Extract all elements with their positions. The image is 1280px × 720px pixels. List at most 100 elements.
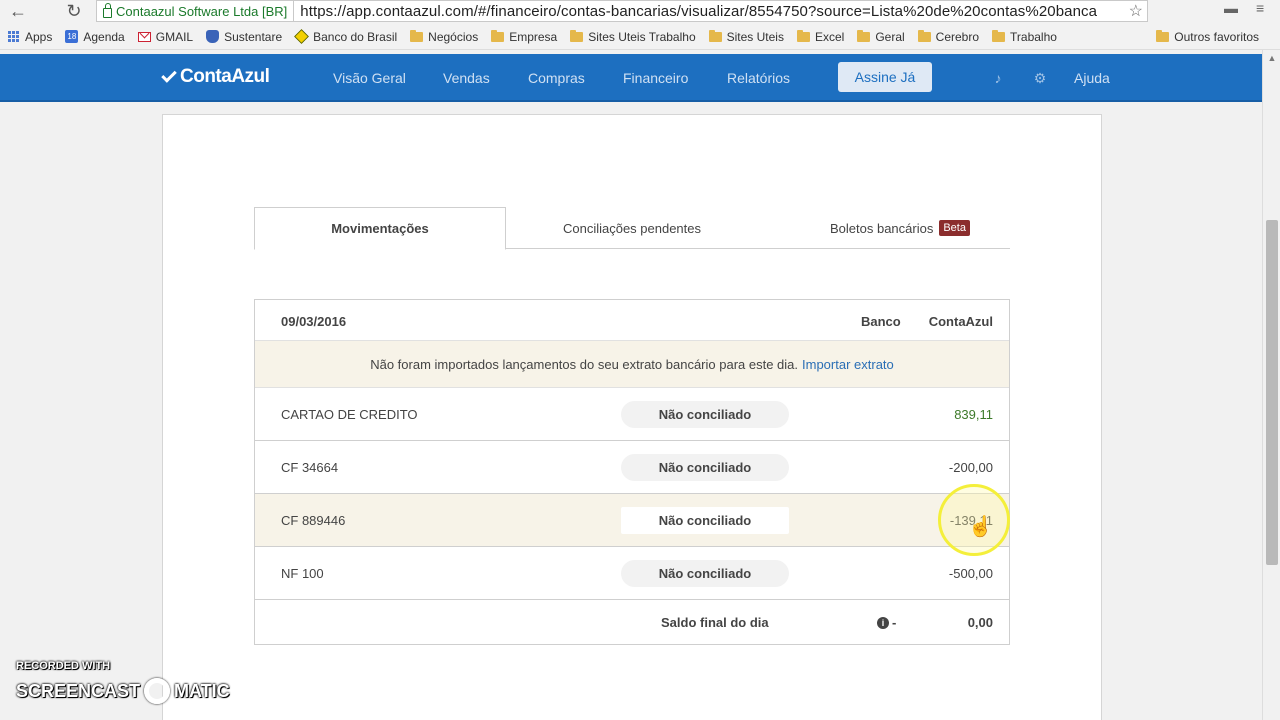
gmail-icon — [137, 31, 151, 42]
bookmark-outros-favoritos[interactable]: Outros favoritos — [1156, 29, 1259, 44]
bookmark-empresa[interactable]: Empresa — [491, 29, 558, 44]
bookmark-excel[interactable]: Excel — [796, 29, 845, 44]
row-amount: -500,00 — [948, 566, 993, 581]
bookmark-label: Empresa — [509, 29, 558, 44]
tab-movimentacoes[interactable]: Movimentações — [254, 207, 506, 250]
menu-icon[interactable]: ≡ — [1256, 0, 1264, 16]
bookmark-label: Outros favoritos — [1174, 29, 1259, 44]
lock-icon — [103, 2, 112, 18]
folder-icon — [708, 29, 722, 42]
bookmark-label: Negócios — [428, 29, 479, 44]
bookmark-gmail[interactable]: GMAIL — [137, 30, 193, 44]
row-description: NF 100 — [281, 566, 324, 581]
star-icon[interactable]: ☆ — [1129, 1, 1143, 21]
bookmark-sites-uteis-trabalho[interactable]: Sites Uteis Trabalho — [570, 29, 696, 44]
logo-check-icon — [161, 67, 177, 83]
bookmark-sustentare[interactable]: Sustentare — [206, 30, 282, 44]
nav-ajuda[interactable]: Ajuda — [1074, 70, 1110, 86]
table-header: 09/03/2016 Banco ContaAzul — [255, 300, 1009, 341]
nav-visao-geral[interactable]: Visão Geral — [333, 70, 406, 86]
watermark-line1: RECORDED WITH — [16, 660, 111, 672]
table-row[interactable]: CARTAO DE CREDITO Não conciliado 839,11 — [255, 388, 1009, 441]
nav-vendas[interactable]: Vendas — [443, 70, 490, 86]
contaazul-logo[interactable]: ContaAzul — [161, 66, 270, 88]
account-tabs: Movimentações Conciliações pendentes Bol… — [254, 207, 1010, 250]
bookmark-cerebro[interactable]: Cerebro — [917, 29, 980, 44]
back-arrow-icon[interactable]: ← — [4, 0, 32, 22]
folder-icon — [917, 29, 931, 42]
status-badge[interactable]: Não conciliado — [621, 507, 789, 534]
row-description: CF 34664 — [281, 460, 339, 475]
apps-grid-icon — [8, 30, 20, 43]
folder-icon — [410, 29, 424, 42]
folder-icon — [1156, 29, 1170, 42]
watermark-line2b: MATIC — [174, 680, 230, 701]
bookmark-sites-uteis[interactable]: Sites Uteis — [708, 29, 784, 44]
bookmark-label: Trabalho — [1010, 29, 1057, 44]
nav-compras[interactable]: Compras — [528, 70, 585, 86]
beta-badge: Beta — [939, 220, 970, 236]
info-icon[interactable]: i — [877, 617, 889, 629]
page-scrollbar[interactable]: ▲ — [1262, 50, 1280, 720]
scroll-thumb[interactable] — [1266, 220, 1278, 565]
assine-ja-button[interactable]: Assine Já — [838, 62, 932, 92]
table-row[interactable]: CF 34664 Não conciliado -200,00 — [255, 441, 1009, 494]
movements-table: 09/03/2016 Banco ContaAzul Não foram imp… — [254, 299, 1010, 645]
tab-label: Boletos bancários — [830, 220, 934, 236]
notice-text: Não foram importados lançamentos do seu … — [370, 356, 799, 372]
folder-icon — [992, 29, 1006, 42]
folder-icon — [796, 29, 810, 42]
tab-boletos-bancarios[interactable]: Boletos bancários Beta — [790, 207, 1010, 249]
bookmark-banco-do-brasil[interactable]: Banco do Brasil — [294, 29, 397, 44]
site-identity-label: Contaazul Software Ltda [BR] — [116, 3, 288, 19]
folder-icon — [857, 29, 871, 42]
nav-relatorios[interactable]: Relatórios — [727, 70, 790, 86]
tab-conciliacoes-pendentes[interactable]: Conciliações pendentes — [522, 207, 742, 249]
row-amount: 839,11 — [954, 407, 993, 422]
row-description: CF 889446 — [281, 513, 346, 528]
row-amount: -200,00 — [948, 460, 993, 475]
bookmark-geral[interactable]: Geral — [857, 29, 905, 44]
status-badge[interactable]: Não conciliado — [621, 454, 789, 481]
status-badge[interactable]: Não conciliado — [621, 560, 789, 587]
bookmark-label: Excel — [814, 29, 845, 44]
tab-label: Conciliações pendentes — [562, 220, 702, 236]
screencast-logo-icon — [144, 678, 171, 704]
bookmarks-bar: Apps 18 Agenda GMAIL Sustentare Banco do… — [0, 24, 1280, 50]
table-row[interactable]: CF 889446 Não conciliado -139,11 — [255, 494, 1009, 547]
bookmark-label: Apps — [25, 29, 53, 44]
notification-bell-icon[interactable]: ♪ — [990, 70, 1006, 86]
bookmark-label: Agenda — [83, 29, 125, 44]
bookmark-trabalho[interactable]: Trabalho — [992, 29, 1057, 44]
watermark-line2a: SCREENCAST — [16, 680, 141, 701]
row-description: CARTAO DE CREDITO — [281, 407, 418, 422]
url-text[interactable]: https://app.contaazul.com/#/financeiro/c… — [294, 3, 1097, 20]
daily-balance-row: Saldo final do dia i - 0,00 — [255, 600, 1009, 644]
extension-icon[interactable]: ▬ — [1224, 0, 1238, 16]
reload-icon[interactable]: ↻ — [60, 0, 88, 22]
table-row[interactable]: NF 100 Não conciliado -500,00 — [255, 547, 1009, 600]
status-badge[interactable]: Não conciliado — [621, 401, 789, 428]
site-identity-chip[interactable]: Contaazul Software Ltda [BR] — [97, 1, 295, 21]
nav-financeiro[interactable]: Financeiro — [623, 70, 688, 86]
daily-balance-bank: - — [892, 615, 897, 630]
folder-icon — [491, 29, 505, 42]
bookmark-agenda[interactable]: 18 Agenda — [65, 29, 125, 44]
bookmark-label: Cerebro — [935, 29, 980, 44]
banco-brasil-icon — [294, 29, 309, 44]
bookmark-label: Geral — [875, 29, 905, 44]
table-date: 09/03/2016 — [281, 314, 347, 329]
bookmark-label: Sustentare — [224, 29, 283, 44]
hand-cursor-icon: ☝ — [968, 516, 993, 538]
bookmark-negocios[interactable]: Negócios — [410, 29, 479, 44]
column-banco: Banco — [861, 314, 901, 329]
settings-gear-icon[interactable]: ⚙ — [1032, 70, 1048, 86]
importar-extrato-link[interactable]: Importar extrato — [802, 357, 894, 372]
account-panel: Movimentações Conciliações pendentes Bol… — [162, 114, 1102, 720]
scroll-up-icon[interactable]: ▲ — [1263, 50, 1280, 66]
column-contaazul: ContaAzul — [928, 314, 993, 329]
daily-balance-label: Saldo final do dia — [661, 615, 769, 630]
bookmark-apps[interactable]: Apps — [8, 30, 52, 44]
address-bar[interactable]: Contaazul Software Ltda [BR] https://app… — [96, 0, 1148, 22]
bookmark-label: Sites Uteis Trabalho — [588, 29, 696, 44]
